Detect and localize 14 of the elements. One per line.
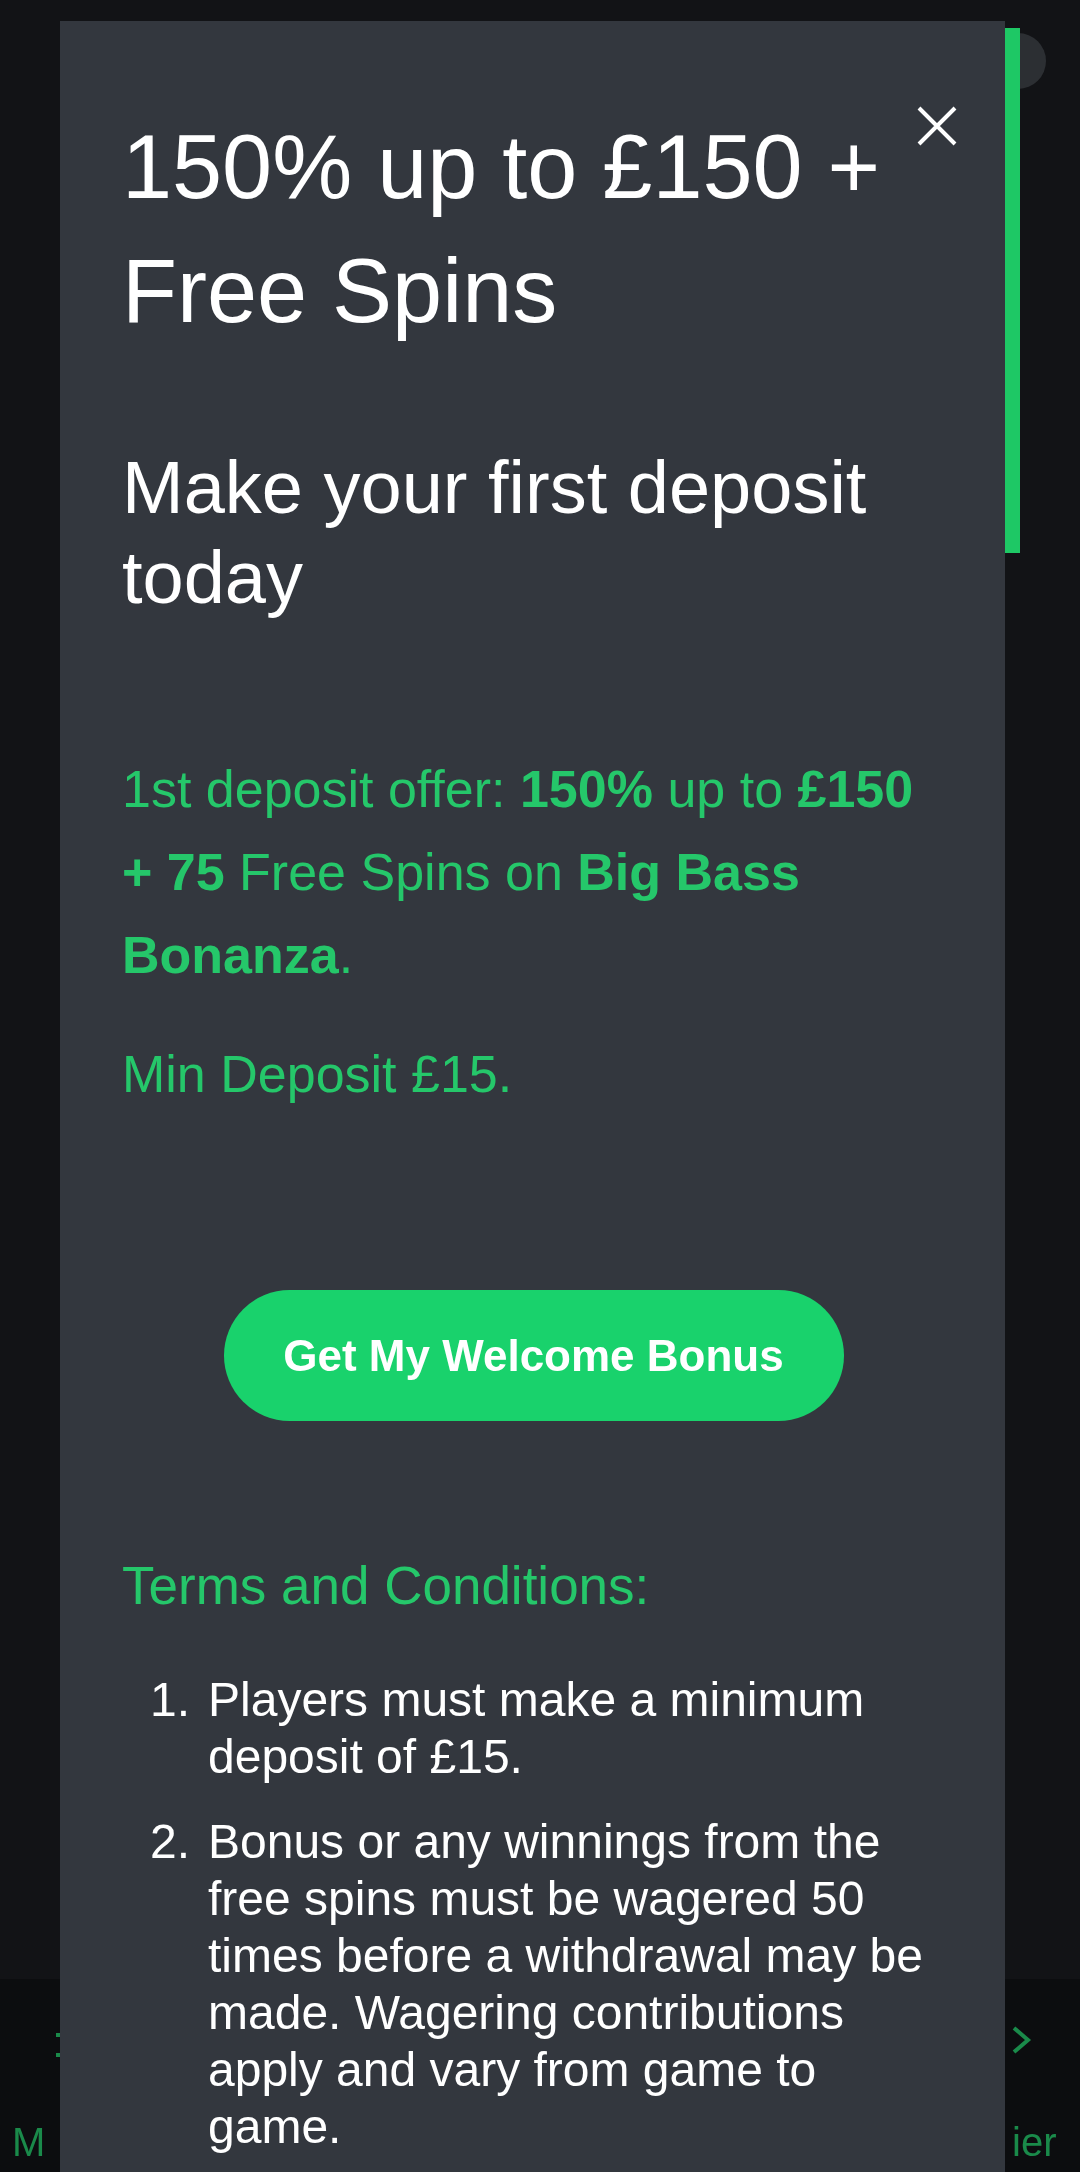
- list-number: 2.: [150, 1814, 192, 1870]
- terms-item-text: Players must make a minimum deposit of £15.: [208, 1672, 866, 1785]
- list-number: 1.: [150, 1672, 192, 1728]
- min-deposit-text: Min Deposit £15.: [122, 1044, 514, 1105]
- terms-heading: Terms and Conditions:: [122, 1556, 651, 1616]
- nav-label[interactable]: M: [12, 2118, 46, 2166]
- modal-title: 150% up to £150 + Free Spins: [122, 116, 882, 343]
- offer-text: 1st deposit offer: 150% up to £150 + 75 Free Spins on Big Bass Bonanza.: [122, 759, 915, 986]
- scrollbar-thumb[interactable]: [1005, 28, 1020, 553]
- modal-subtitle: Make your first deposit today: [122, 445, 868, 621]
- close-button[interactable]: [916, 105, 958, 147]
- nav-label[interactable]: ier: [1012, 2118, 1057, 2166]
- terms-item-text: Bonus or any winnings from the free spins must be wagered 50 times before a withdrawal may be made. Wagering contributions apply and vary from game to game.: [208, 1814, 924, 2155]
- close-icon: [916, 105, 958, 147]
